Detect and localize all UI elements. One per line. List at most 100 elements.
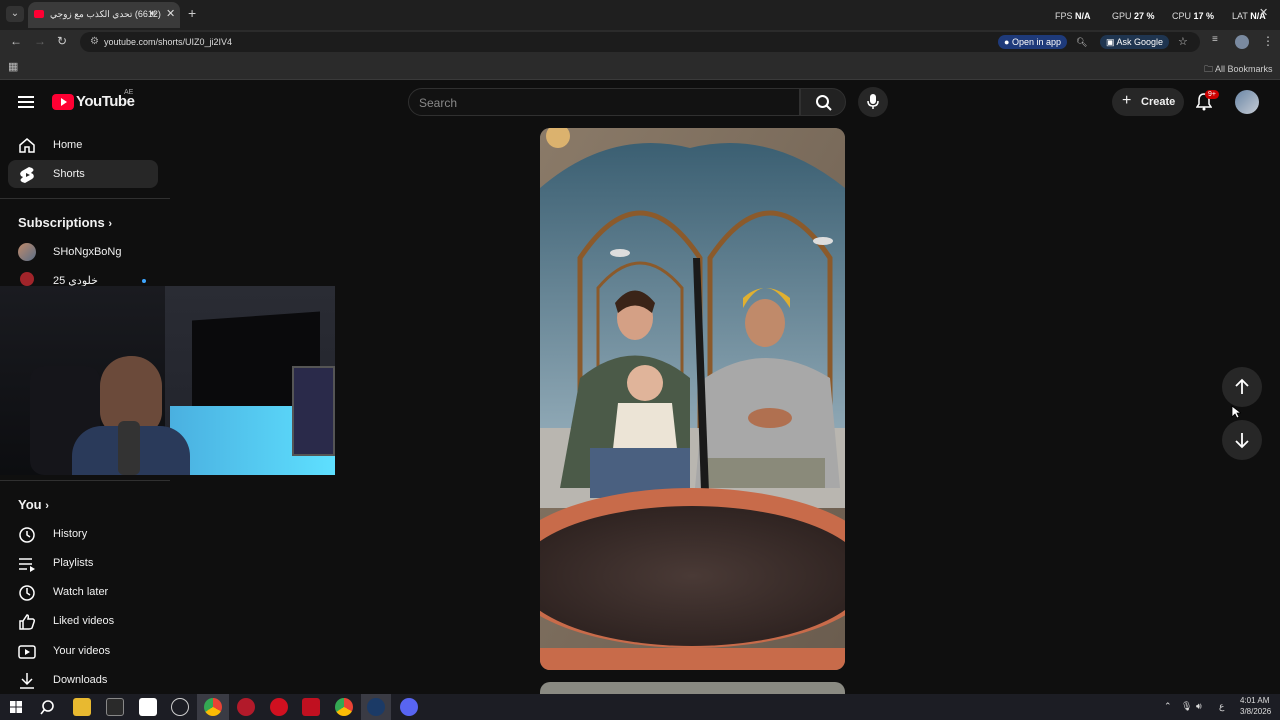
input-language-indicator[interactable]: ع (1219, 701, 1224, 712)
you-header[interactable]: You › (18, 497, 49, 512)
search-button[interactable] (800, 88, 846, 116)
browser-tab-strip: ⌄ (6612) تحدي الكذب مع زوجي 🔊︎ ✕ + FPS N… (0, 0, 1280, 30)
url-text[interactable]: youtube.com/shorts/UIZ0_ji2IV4 (104, 37, 232, 47)
arrow-up-icon (1235, 378, 1249, 394)
bookmarks-bar: ▦ 🗀︎ All Bookmarks (0, 54, 1280, 80)
sidebar-item-label: Watch later (53, 586, 109, 598)
apps-grid-icon[interactable]: ▦ (8, 60, 18, 73)
next-short-button[interactable] (1222, 420, 1262, 460)
subscription-item[interactable]: SHoNgxBoNg (8, 238, 158, 266)
subscription-item[interactable]: خلودي 25 (8, 266, 158, 286)
settings-app-icon[interactable] (171, 698, 189, 716)
taskbar-search-icon[interactable] (40, 700, 55, 715)
game-launcher-icon[interactable] (237, 698, 255, 716)
hamburger-menu-icon[interactable] (18, 95, 34, 109)
clock-icon (19, 585, 35, 601)
forward-arrow-icon[interactable]: → (34, 34, 46, 48)
new-tab-button[interactable]: + (188, 5, 196, 21)
sidebar-item-home[interactable]: Home (8, 131, 158, 159)
webcam-overlay (0, 286, 335, 475)
streaming-app-icon[interactable] (270, 698, 288, 716)
chrome-profile-taskbar-icon[interactable] (335, 698, 353, 716)
all-bookmarks-folder[interactable]: 🗀︎ All Bookmarks (1204, 62, 1273, 78)
youtube-masthead: YouTube AE Search + Create 9+ (0, 81, 1280, 125)
back-arrow-icon[interactable]: ← (10, 34, 22, 48)
new-content-dot (142, 279, 146, 283)
microphone-tray-icon[interactable]: 🎙︎ (1181, 701, 1192, 712)
profile-avatar[interactable] (1235, 35, 1249, 49)
site-info-icon[interactable]: ⚙ (90, 36, 99, 47)
sidebar-item-downloads[interactable]: Downloads (8, 666, 158, 694)
search-icon (816, 95, 832, 111)
mouse-cursor-icon (1231, 405, 1241, 419)
steam-icon[interactable] (367, 698, 385, 716)
tab-search-chevron-icon[interactable]: ⌄ (6, 6, 24, 22)
sidebar-item-label: Liked videos (53, 615, 115, 627)
xbox-app-icon[interactable] (106, 698, 124, 716)
youtube-logo-icon[interactable] (52, 94, 74, 110)
mouse-software-icon[interactable] (302, 698, 320, 716)
tab-title: (6612) تحدي الكذب مع زوجي (50, 9, 161, 19)
playlist-icon (19, 558, 35, 572)
region-code: AE (124, 89, 134, 96)
sidebar-item-history[interactable]: History (8, 520, 158, 548)
chevron-right-icon: › (108, 218, 112, 230)
sidebar-item-label: Playlists (53, 557, 94, 569)
sidebar-item-label: Downloads (53, 674, 108, 686)
file-explorer-icon[interactable] (73, 698, 91, 716)
video-icon (18, 645, 36, 659)
channel-name: خلودي 25 (53, 275, 98, 286)
channel-avatar (20, 272, 34, 286)
gpu-readout: GPU 27 % (1112, 11, 1155, 21)
omnibox[interactable]: ⚙ youtube.com/shorts/UIZ0_ji2IV4 ● Open … (80, 32, 1200, 52)
sidebar-item-shorts[interactable]: Shorts (8, 160, 158, 188)
fps-readout: FPS N/A (1055, 11, 1091, 21)
tab-youtube-short[interactable]: (6612) تحدي الكذب مع زوجي 🔊︎ ✕ (28, 2, 180, 28)
chrome-taskbar-icon[interactable] (204, 698, 222, 716)
arrow-down-icon (1235, 433, 1249, 449)
sidebar-item-your-videos[interactable]: Your videos (8, 637, 158, 665)
speaker-icon[interactable]: 🔊︎ (150, 8, 156, 19)
subscriptions-header[interactable]: Subscriptions › (18, 215, 112, 230)
open-in-app-button[interactable]: ● Open in app (998, 35, 1067, 49)
discord-icon[interactable] (400, 698, 418, 716)
plus-icon: + (1122, 92, 1132, 109)
microphone-stand (118, 421, 140, 475)
history-icon (19, 527, 35, 543)
sidebar-item-label: History (53, 528, 88, 540)
chrome-menu-icon[interactable]: ⋮ (1262, 34, 1274, 48)
zoom-icon[interactable]: 🔍︎ (1076, 35, 1087, 49)
volume-tray-icon[interactable]: 🔊︎ (1196, 701, 1202, 712)
search-input[interactable]: Search (408, 88, 800, 116)
create-button[interactable]: + Create (1112, 88, 1184, 116)
shorts-video-player[interactable] (540, 128, 845, 670)
windows-start-icon[interactable] (10, 701, 22, 713)
sidebar-divider (0, 480, 170, 481)
account-avatar[interactable] (1235, 90, 1259, 114)
download-icon (20, 673, 34, 689)
create-label: Create (1141, 96, 1176, 108)
ask-google-button[interactable]: ▣ Ask Google (1100, 35, 1170, 49)
tray-overflow-chevron-icon[interactable]: ⌃ (1164, 701, 1172, 712)
sidebar-item-watch-later[interactable]: Watch later (8, 578, 158, 606)
epic-games-icon[interactable] (139, 698, 157, 716)
clock-time[interactable]: 4:01 AM (1240, 696, 1269, 705)
sidebar-item-label: Shorts (53, 168, 85, 180)
cpu-readout: CPU 17 % (1172, 11, 1215, 21)
channel-name: SHoNgxBoNg (53, 246, 122, 258)
next-short-preview[interactable] (540, 682, 845, 694)
close-tab-icon[interactable]: ✕ (166, 7, 175, 20)
sidebar-item-playlists[interactable]: Playlists (8, 549, 158, 577)
microphone-icon (867, 94, 879, 109)
channel-avatar (18, 243, 36, 261)
reading-list-icon[interactable]: ≡ (1212, 34, 1218, 45)
monitor (292, 366, 335, 456)
previous-short-button[interactable] (1222, 367, 1262, 407)
bookmark-star-icon[interactable]: ☆ (1178, 35, 1188, 49)
youtube-favicon-icon (34, 10, 44, 18)
clock-date[interactable]: 3/8/2026 (1240, 707, 1271, 716)
sidebar-item-liked-videos[interactable]: Liked videos (8, 607, 158, 635)
reload-icon[interactable]: ↻ (57, 34, 67, 48)
voice-search-button[interactable] (858, 87, 888, 117)
window-close-icon[interactable]: ✕ (1259, 6, 1268, 19)
